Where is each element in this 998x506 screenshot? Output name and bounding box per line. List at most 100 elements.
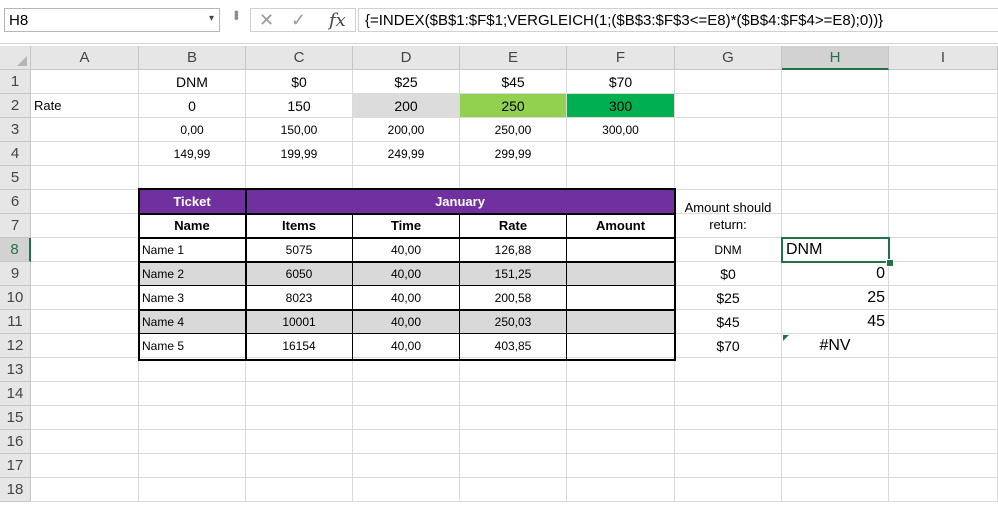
grid-cell[interactable] [139, 166, 246, 190]
row-header-8[interactable]: 8 [0, 238, 31, 262]
cell-b1[interactable]: DNM [139, 70, 246, 94]
grid-cell[interactable] [782, 94, 889, 118]
column-header-a[interactable]: A [31, 46, 139, 70]
grid-cell[interactable] [31, 166, 139, 190]
row-header-2[interactable]: 2 [0, 94, 31, 118]
grid-cell[interactable] [782, 166, 889, 190]
grid-cell[interactable] [675, 70, 782, 94]
enter-icon[interactable]: ✓ [291, 10, 306, 31]
grid-cell[interactable] [567, 166, 675, 190]
grid-cell[interactable] [675, 166, 782, 190]
grid-cell[interactable] [353, 406, 460, 430]
row-header-7[interactable]: 7 [0, 214, 31, 238]
table-row-1-rate[interactable]: 126,88 [460, 238, 567, 262]
grid-cell[interactable] [31, 190, 139, 214]
grid-cell[interactable] [782, 214, 889, 238]
row-header-3[interactable]: 3 [0, 118, 31, 142]
table-row-5-name[interactable]: Name 5 [139, 334, 246, 358]
grid-cell[interactable] [675, 382, 782, 406]
table-row-2-items[interactable]: 6050 [246, 262, 353, 286]
row-header-12[interactable]: 12 [0, 334, 31, 358]
table-row-3-time[interactable]: 40,00 [353, 286, 460, 310]
cell-d2[interactable]: 200 [353, 94, 460, 118]
cell-h12[interactable]: #NV [782, 334, 889, 358]
grid-cell[interactable] [889, 286, 998, 310]
grid-cell[interactable] [675, 358, 782, 382]
cell-g10[interactable]: $25 [675, 286, 782, 310]
grid-cell[interactable] [246, 358, 353, 382]
grid-cell[interactable] [889, 310, 998, 334]
name-box-dropdown-icon[interactable]: ▾ [209, 13, 214, 24]
row-header-18[interactable]: 18 [0, 478, 31, 502]
cell-g12[interactable]: $70 [675, 334, 782, 358]
grid-cell[interactable] [889, 358, 998, 382]
grid-cell[interactable] [31, 286, 139, 310]
cell-d3[interactable]: 200,00 [353, 118, 460, 142]
column-header-b[interactable]: B [139, 46, 246, 70]
cell-e4[interactable]: 299,99 [460, 142, 567, 166]
row-header-11[interactable]: 11 [0, 310, 31, 334]
grid-cell[interactable] [782, 358, 889, 382]
grid-cell[interactable] [139, 430, 246, 454]
column-label-time[interactable]: Time [353, 214, 460, 238]
grid-cell[interactable] [139, 358, 246, 382]
grid-cell[interactable] [31, 406, 139, 430]
fill-handle[interactable] [886, 259, 894, 267]
grid-cell[interactable] [139, 382, 246, 406]
grid-cell[interactable] [31, 238, 139, 262]
grid-cell[interactable] [353, 382, 460, 406]
grid-cell[interactable] [567, 382, 675, 406]
cell-f1[interactable]: $70 [567, 70, 675, 94]
cell-d4[interactable]: 249,99 [353, 142, 460, 166]
grid-cell[interactable] [889, 214, 998, 238]
table-row-2-name[interactable]: Name 2 [139, 262, 246, 286]
cell-h10[interactable]: 25 [782, 286, 889, 310]
grid-cell[interactable] [889, 382, 998, 406]
table-row-3-amount[interactable] [567, 286, 675, 310]
cell-d1[interactable]: $25 [353, 70, 460, 94]
grid-cell[interactable] [353, 358, 460, 382]
grid-cell[interactable] [889, 94, 998, 118]
table-row-2-amount[interactable] [567, 262, 675, 286]
grid-cell[interactable] [782, 142, 889, 166]
grid-cell[interactable] [675, 118, 782, 142]
grid-cell[interactable] [782, 190, 889, 214]
cell-f3[interactable]: 300,00 [567, 118, 675, 142]
row-header-1[interactable]: 1 [0, 70, 31, 94]
column-label-name[interactable]: Name [139, 214, 246, 238]
grid-cell[interactable] [139, 454, 246, 478]
grid-cell[interactable] [246, 454, 353, 478]
grid-cell[interactable] [460, 382, 567, 406]
column-header-e[interactable]: E [460, 46, 567, 70]
grid-cell[interactable] [889, 70, 998, 94]
grid-cell[interactable] [782, 478, 889, 502]
grid-cell[interactable] [31, 454, 139, 478]
insert-function-icon[interactable]: fx [329, 10, 346, 31]
grid-cell[interactable] [31, 70, 139, 94]
table-header-ticket[interactable]: Ticket [139, 190, 246, 214]
column-header-f[interactable]: F [567, 46, 675, 70]
cell-h9[interactable]: 0 [782, 262, 889, 286]
row-header-13[interactable]: 13 [0, 358, 31, 382]
grid-cell[interactable] [31, 478, 139, 502]
table-row-2-time[interactable]: 40,00 [353, 262, 460, 286]
grid-cell[interactable] [460, 430, 567, 454]
grid-cell[interactable] [889, 190, 998, 214]
cell-g11[interactable]: $45 [675, 310, 782, 334]
grid-cell[interactable] [31, 262, 139, 286]
row-header-15[interactable]: 15 [0, 406, 31, 430]
grid-cell[interactable] [567, 478, 675, 502]
grid-cell[interactable] [460, 454, 567, 478]
grid-cell[interactable] [889, 334, 998, 358]
grid-cell[interactable] [889, 142, 998, 166]
column-header-c[interactable]: C [246, 46, 353, 70]
error-indicator-icon[interactable] [783, 335, 789, 341]
cell-c4[interactable]: 199,99 [246, 142, 353, 166]
table-row-4-amount[interactable] [567, 310, 675, 334]
grid-cell[interactable] [567, 406, 675, 430]
table-row-1-items[interactable]: 5075 [246, 238, 353, 262]
grid-cell[interactable] [889, 118, 998, 142]
grid-cell[interactable] [782, 70, 889, 94]
cell-b4[interactable]: 149,99 [139, 142, 246, 166]
cell-h11[interactable]: 45 [782, 310, 889, 334]
